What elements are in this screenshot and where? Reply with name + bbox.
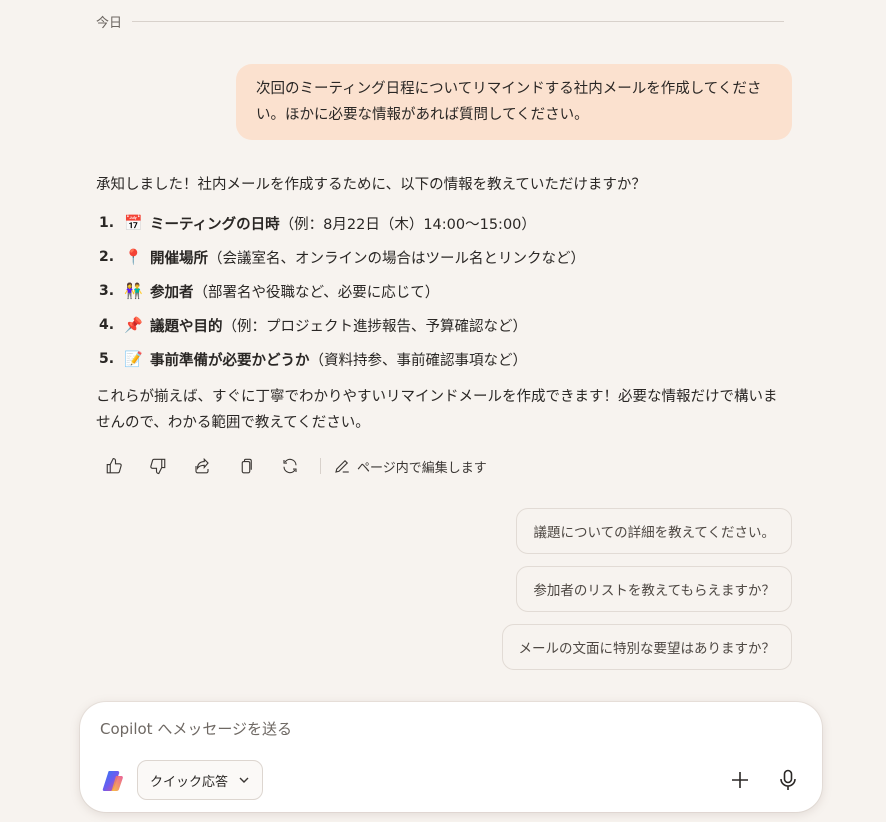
- voice-input-button[interactable]: [772, 764, 804, 796]
- list-item-title: ミーティングの日時: [150, 216, 280, 233]
- action-separator: [320, 458, 321, 474]
- user-message-bubble: 次回のミーティング日程についてリマインドする社内メールを作成してください。ほかに…: [236, 64, 792, 140]
- response-mode-label: クイック応答: [150, 774, 229, 790]
- regenerate-button[interactable]: [276, 452, 304, 480]
- edit-in-page-button[interactable]: ページ内で編集します: [333, 457, 487, 476]
- message-actions: ページ内で編集します: [100, 452, 487, 480]
- copy-icon: [241, 458, 252, 474]
- list-item: 1. 📅 ミーティングの日時 （例：8月22日（木）14:00〜15:00）: [96, 206, 796, 240]
- plus-icon: [732, 772, 748, 788]
- thumbs-up-icon: [106, 457, 122, 474]
- response-mode-selector[interactable]: クイック応答: [137, 760, 264, 800]
- list-number: 4.: [99, 317, 115, 333]
- list-item-title: 開催場所: [150, 250, 208, 267]
- message-composer: クイック応答: [80, 702, 822, 812]
- response-outro: これらが揃えば、すぐに丁寧でわかりやすいリマインドメールを作成できます！必要な情…: [96, 389, 778, 431]
- chat-page: 今日 次回のミーティング日程についてリマインドする社内メールを作成してください。…: [0, 0, 886, 822]
- suggestion-chip[interactable]: 議題についての詳細を教えてください。: [516, 508, 792, 554]
- calendar-icon: 📅: [124, 214, 143, 232]
- assistant-response: 承知しました！社内メールを作成するために、以下の情報を教えていただけますか？ 1…: [96, 172, 796, 436]
- list-item-title: 参加者: [150, 284, 194, 301]
- copy-button[interactable]: [232, 452, 260, 480]
- edit-in-page-label: ページ内で編集します: [357, 460, 487, 476]
- list-item-detail: （例：プロジェクト進捗報告、予算確認など）: [222, 318, 528, 335]
- share-button[interactable]: [188, 452, 216, 480]
- pencil-icon: [335, 459, 349, 473]
- list-item: 4. 📌 議題や目的 （例：プロジェクト進捗報告、予算確認など）: [96, 308, 796, 342]
- thumbs-down-icon: [150, 458, 166, 475]
- list-item-title: 事前準備が必要かどうか: [150, 352, 310, 369]
- response-intro: 承知しました！社内メールを作成するために、以下の情報を教えていただけますか？: [96, 177, 646, 193]
- pushpin-icon: 📌: [124, 316, 143, 334]
- list-item: 2. 📍 開催場所 （会議室名、オンラインの場合はツール名とリンクなど）: [96, 240, 796, 274]
- share-icon: [195, 457, 209, 474]
- list-number: 3.: [99, 283, 115, 299]
- list-item-title: 議題や目的: [150, 318, 223, 335]
- suggestion-chip[interactable]: メールの文面に特別な要望はありますか？: [501, 624, 792, 670]
- list-item-detail: （資料持参、事前確認事項など）: [309, 352, 528, 369]
- list-number: 1.: [99, 215, 115, 231]
- list-number: 2.: [99, 249, 115, 265]
- list-item-detail: （会議室名、オンラインの場合はツール名とリンクなど）: [208, 250, 585, 267]
- like-button[interactable]: [100, 452, 128, 480]
- list-item: 3. 👫 参加者 （部署名や役職など、必要に応じて）: [96, 274, 796, 308]
- list-item-detail: （部署名や役職など、必要に応じて）: [193, 284, 440, 301]
- suggestion-text: 議題についての詳細を教えてください。: [533, 525, 775, 541]
- date-label: 今日: [96, 16, 123, 31]
- list-number: 5.: [99, 351, 115, 367]
- info-list: 1. 📅 ミーティングの日時 （例：8月22日（木）14:00〜15:00） 2…: [96, 206, 796, 376]
- suggestion-text: メールの文面に特別な要望はありますか？: [518, 641, 776, 657]
- copilot-logo-icon: [102, 771, 123, 791]
- pin-icon: 📍: [124, 248, 143, 266]
- date-divider: 今日: [96, 12, 784, 31]
- people-icon: 👫: [124, 282, 143, 300]
- list-item-detail: （例：8月22日（木）14:00〜15:00）: [279, 216, 536, 233]
- add-attachment-button[interactable]: [724, 764, 756, 796]
- user-message-text: 次回のミーティング日程についてリマインドする社内メールを作成してください。ほかに…: [256, 81, 762, 123]
- list-item: 5. 📝 事前準備が必要かどうか （資料持参、事前確認事項など）: [96, 342, 796, 376]
- suggestion-text: 参加者のリストを教えてもらえますか？: [533, 583, 775, 599]
- memo-icon: 📝: [124, 350, 143, 368]
- chevron-down-icon: [239, 777, 249, 783]
- divider-line: [132, 21, 784, 22]
- suggestion-chip[interactable]: 参加者のリストを教えてもらえますか？: [516, 566, 792, 612]
- refresh-icon: [283, 458, 297, 474]
- message-input[interactable]: [100, 720, 720, 738]
- dislike-button[interactable]: [144, 452, 172, 480]
- microphone-icon: [780, 769, 796, 790]
